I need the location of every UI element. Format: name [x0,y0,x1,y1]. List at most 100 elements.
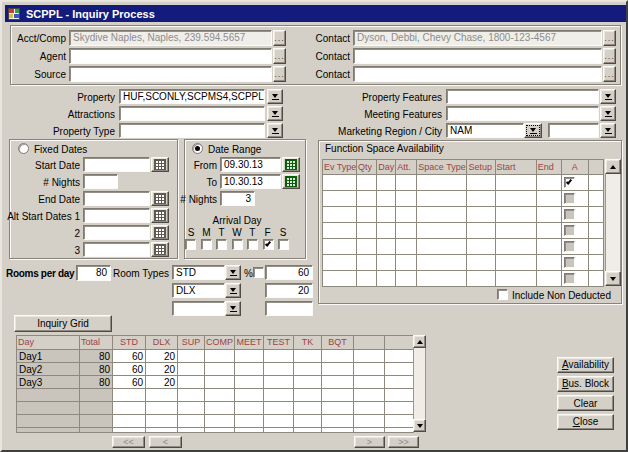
rooms-per-day-field[interactable]: 80 [76,265,111,281]
arrival-fri-checkbox[interactable] [263,239,274,250]
room-type1-dropdown-button[interactable] [225,265,241,280]
room-type2-dropdown-button[interactable] [225,283,241,298]
fs-scrollbar[interactable] [605,159,621,286]
contact3-lookup-button[interactable]: ... [603,66,616,82]
grid-row-1[interactable]: Day1806020 [17,350,414,363]
contact1-lookup-button[interactable]: ... [603,30,616,46]
arrival-thu-checkbox[interactable] [247,239,258,250]
property-features-dropdown-button[interactable] [600,89,616,104]
grid-row-2[interactable]: Day2806020 [17,363,414,376]
attractions-dropdown-button[interactable] [267,106,283,121]
fs-scroll-down-button[interactable] [605,271,621,286]
grid-first-button[interactable]: << [112,436,145,448]
property-type-field[interactable] [119,123,265,138]
contact2-lookup-button[interactable]: ... [603,48,616,64]
fs-row5-available-checkbox[interactable] [564,241,575,252]
fs-row-6[interactable] [323,255,604,271]
room-type3-dropdown-button[interactable] [225,301,241,316]
from-field[interactable]: 09.30.13 [220,157,281,172]
agent-field[interactable] [69,48,272,64]
clear-button[interactable]: Clear [557,395,614,411]
alt-start-date1-field[interactable] [83,208,150,223]
alt-start-date2-field[interactable] [83,225,150,240]
bus-block-button[interactable]: Bus. Block [557,376,614,392]
acct-comp-lookup-button[interactable]: ... [273,30,286,46]
contact3-field[interactable] [353,66,602,82]
fs-scroll-up-button[interactable] [605,159,621,174]
room-count2-field[interactable]: 20 [265,283,313,298]
fs-row6-available-checkbox[interactable] [564,257,575,268]
fs-row-3[interactable] [323,207,604,223]
meeting-features-dropdown-button[interactable] [600,106,616,121]
marketing-region-dropdown-button[interactable] [524,123,542,138]
grid-row-3[interactable]: Day3806020 [17,376,414,389]
marketing-region-label: Marketing Region / City [312,126,442,137]
arrival-tue-checkbox[interactable] [216,239,227,250]
arrival-wed-checkbox[interactable] [232,239,243,250]
alt-start-date2-calendar-button[interactable] [151,225,169,240]
agent-lookup-button[interactable]: ... [273,48,286,64]
arrival-mon-checkbox[interactable] [201,239,212,250]
grid-row-5[interactable] [17,402,414,415]
grid-scroll-up-button[interactable] [413,335,426,348]
fs-row-2[interactable] [323,191,604,207]
to-calendar-button[interactable] [282,174,300,189]
property-dropdown-button[interactable] [267,89,283,104]
inquiry-grid-button[interactable]: Inquiry Grid [14,315,112,332]
alt-start-date3-calendar-button[interactable] [151,242,169,257]
fs-row1-available-checkbox[interactable] [564,177,575,188]
include-non-deducted-checkbox[interactable] [497,289,508,300]
availability-button[interactable]: Availability [557,357,614,373]
close-button[interactable]: Close [557,414,614,430]
room-type3-field[interactable] [172,301,225,316]
arrival-sat-checkbox[interactable] [278,239,289,250]
property-type-dropdown-button[interactable] [267,123,283,138]
grid-prev-button[interactable]: < [149,436,182,448]
room-type2-field[interactable]: DLX [172,283,225,298]
marketing-region-field[interactable]: NAM [446,123,524,138]
fd-nights-field[interactable] [83,174,118,189]
to-field[interactable]: 10.30.13 [220,174,281,189]
end-date-calendar-button[interactable] [151,191,169,206]
source-field[interactable] [69,66,272,82]
fs-row3-available-checkbox[interactable] [564,209,575,220]
fs-row2-available-checkbox[interactable] [564,193,575,204]
room-count1-field[interactable]: 60 [265,265,313,280]
contact1-field[interactable]: Dyson, Debbi, Chevy Chase, 1800-123-4567 [353,30,602,46]
alt-start-date3-field[interactable] [83,242,150,257]
end-date-field[interactable] [83,191,150,206]
fs-row-4[interactable] [323,223,604,239]
title-bar[interactable]: SCPPL - Inquiry Process [5,5,626,22]
fs-row-1[interactable] [323,175,604,191]
date-range-radio[interactable] [192,143,203,154]
grid-scroll-down-button[interactable] [413,419,426,432]
alt-start-date1-calendar-button[interactable] [151,208,169,223]
grid-scrollbar[interactable] [413,335,426,432]
city-dropdown-button[interactable] [600,123,616,138]
attractions-field[interactable] [119,106,265,121]
contact2-field[interactable] [353,48,602,64]
percent-checkbox[interactable] [253,267,264,278]
start-date-field[interactable] [83,157,150,172]
grid-row-6[interactable] [17,415,414,428]
arrival-sun-checkbox[interactable] [185,239,196,250]
source-lookup-button[interactable]: ... [273,66,286,82]
grid-last-button[interactable]: >> [388,436,419,448]
fs-row-5[interactable] [323,239,604,255]
fs-row4-available-checkbox[interactable] [564,225,575,236]
fs-row-7[interactable] [323,271,604,287]
dr-nights-field[interactable]: 3 [220,191,255,206]
acct-comp-field[interactable]: Skydive Naples, Naples, 239.594.5657 [69,30,272,46]
start-date-calendar-button[interactable] [151,157,169,172]
property-field[interactable]: HUF,SCONLY,SCPMS4,SCPPL [119,89,265,104]
fs-row7-available-checkbox[interactable] [564,273,575,284]
room-count3-field[interactable] [265,301,313,316]
grid-row-4[interactable] [17,389,414,402]
room-type1-field[interactable]: STD [172,265,225,280]
from-calendar-button[interactable] [282,157,300,172]
fixed-dates-radio[interactable] [18,143,29,154]
property-features-field[interactable] [446,89,599,104]
city-field[interactable] [548,123,599,138]
meeting-features-field[interactable] [446,106,599,121]
grid-next-button[interactable]: > [354,436,385,448]
